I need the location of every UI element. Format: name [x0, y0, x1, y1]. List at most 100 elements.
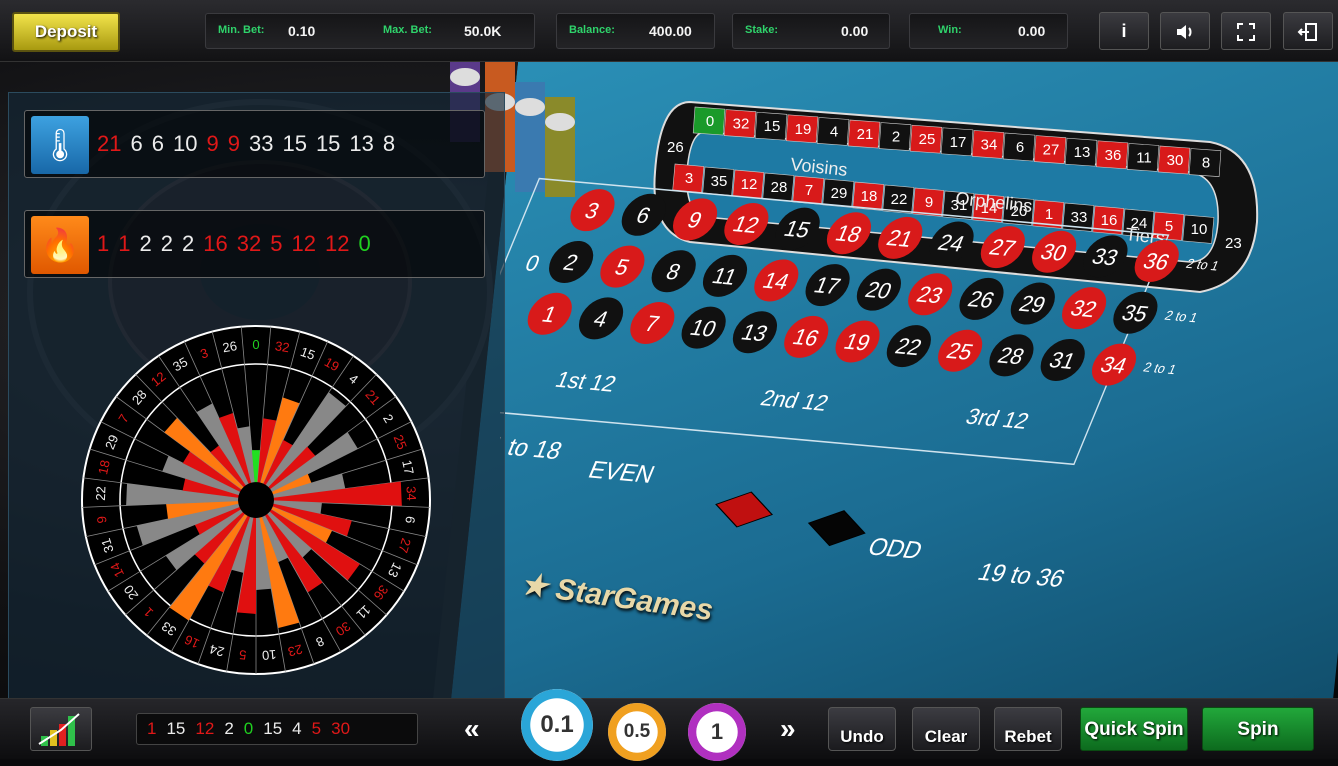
fire-icon: 🔥 [31, 216, 89, 274]
min-bet-label: Min. Bet: [218, 24, 265, 36]
win-display: Win: 0.00 [909, 13, 1068, 49]
exit-icon [1297, 23, 1317, 41]
hot-number: 1 [118, 231, 131, 256]
deposit-button[interactable]: Deposit [12, 12, 120, 52]
win-value: 0.00 [1018, 23, 1046, 39]
racetrack-number: 2 [892, 129, 900, 146]
chip-0-1[interactable]: 0.1 [521, 689, 593, 761]
wheel-number-label: 0 [252, 337, 259, 352]
zero-number: 0 [522, 251, 544, 276]
chip-next-button[interactable]: » [780, 713, 796, 745]
exit-button[interactable] [1283, 12, 1333, 50]
racetrack-number: 29 [831, 185, 848, 202]
racetrack-number: 36 [1105, 147, 1122, 164]
racetrack-number: 6 [1016, 139, 1024, 156]
betting-table[interactable]: 0 32 15 19 4 21 2 25 17 34 6 27 13 36 11 30 83 35 12 28 7 29 1… [500, 62, 1338, 698]
history-number: 15 [263, 719, 283, 738]
cold-number: 9 [206, 131, 219, 156]
balance-display: Balance: 400.00 [556, 13, 715, 49]
spin-button[interactable]: Spin [1202, 707, 1314, 751]
history-number: 1 [147, 719, 157, 738]
racetrack-number: 30 [1167, 152, 1184, 169]
wheel-number-label: 26 [221, 338, 238, 355]
racetrack-number: 33 [1071, 209, 1088, 226]
stake-label: Stake: [745, 24, 779, 36]
racetrack-number: 27 [1043, 142, 1060, 159]
racetrack-number: 16 [1101, 212, 1118, 229]
racetrack-number: 34 [981, 136, 998, 153]
racetrack-number: 8 [1202, 155, 1210, 172]
hot-number: 32 [236, 231, 262, 256]
info-button[interactable]: i [1099, 12, 1149, 50]
wheel-number-label: 17 [399, 459, 417, 476]
hot-number: 1 [97, 231, 110, 256]
history-number: 30 [331, 719, 351, 738]
chip-0-5[interactable]: 0.5 [608, 703, 666, 761]
speaker-icon [1177, 25, 1192, 39]
info-icon: i [1121, 21, 1127, 41]
racetrack-number: 4 [830, 123, 838, 140]
thermometer-icon: 🌡 [31, 116, 89, 174]
cold-number: 15 [282, 131, 307, 156]
dozen-label: 2nd 12 [757, 386, 832, 416]
wheel-number-label: 32 [274, 338, 291, 355]
red-diamond [715, 491, 774, 528]
cold-number: 6 [151, 131, 164, 156]
cold-number: 15 [315, 131, 341, 156]
racetrack-number: 26 [667, 139, 684, 156]
racetrack-number: 15 [764, 118, 781, 135]
wheel-number-label: 10 [261, 647, 277, 663]
history-number: 15 [166, 719, 186, 738]
win-label: Win: [938, 24, 962, 36]
clear-button[interactable]: Clear [912, 707, 980, 751]
hot-number: 2 [160, 231, 173, 256]
cold-number: 21 [97, 131, 122, 156]
black-diamond [807, 510, 866, 547]
bet-limits-display: Min. Bet: 0.10 Max. Bet: 50.0K [205, 13, 535, 49]
bottom-bar: 1 15 12 2 0 15 4 5 30 « 0.1 0.5 1 » Undo Clear R… [0, 689, 1338, 761]
racetrack-number: 18 [861, 188, 878, 205]
chip-1[interactable]: 1 [688, 703, 746, 761]
top-bar: Deposit Min. Bet: 0.10 Max. Bet: 50.0K B… [0, 0, 1338, 62]
racetrack-number: 0 [706, 113, 714, 130]
hot-number: 2 [182, 231, 195, 256]
wheel-hub [239, 483, 273, 517]
cold-number: 33 [248, 131, 274, 156]
wheel-number-label: 22 [93, 486, 109, 501]
number-grid: 03 6 9 12 15 18 21 24 27 30 33 362 5 8 11 14 17 20 23 26 29 3… [500, 177, 1221, 593]
undo-button[interactable]: Undo [828, 707, 896, 751]
outside-bet-label: 1 to 18 [500, 432, 566, 465]
quick-spin-button[interactable]: Quick Spin [1080, 707, 1188, 751]
rebet-button[interactable]: Rebet [994, 707, 1062, 751]
sound-button[interactable] [1160, 12, 1210, 50]
balance-label: Balance: [569, 24, 615, 36]
column-bet-label: 2 to 1 [1141, 360, 1178, 377]
wheel-number-label: 5 [239, 647, 247, 663]
racetrack-number: 17 [950, 134, 967, 151]
hot-numbers-list: 1 1 2 2 2 16 32 5 12 12 0 [97, 231, 380, 257]
fullscreen-button[interactable] [1221, 12, 1271, 50]
hot-number: 12 [291, 231, 316, 256]
hot-number: 5 [270, 231, 283, 256]
stake-display: Stake: 0.00 [732, 13, 890, 49]
racetrack-number: 23 [1225, 235, 1242, 252]
statistics-button[interactable] [30, 707, 92, 751]
history-number: 12 [195, 719, 215, 738]
racetrack-number: 10 [1191, 221, 1208, 238]
balance-value: 400.00 [649, 23, 692, 39]
racetrack-number: 5 [1165, 218, 1173, 235]
racetrack-number: 25 [919, 131, 936, 148]
racetrack-number: 22 [891, 191, 908, 208]
racetrack-number: 9 [925, 194, 933, 211]
wheel-number-label: 18 [95, 459, 113, 476]
dozen-label: 1st 12 [552, 367, 620, 396]
min-bet-value: 0.10 [288, 23, 316, 39]
cold-numbers-list: 21 6 6 10 9 9 33 15 15 13 8 [97, 131, 404, 157]
cold-number: 8 [382, 131, 396, 156]
outside-bet-label: ODD [864, 534, 926, 565]
chip-prev-button[interactable]: « [464, 713, 480, 745]
racetrack-number: 19 [795, 121, 812, 138]
hot-number: 2 [139, 231, 152, 256]
history-number: 2 [224, 719, 234, 738]
max-bet-label: Max. Bet: [383, 24, 432, 36]
